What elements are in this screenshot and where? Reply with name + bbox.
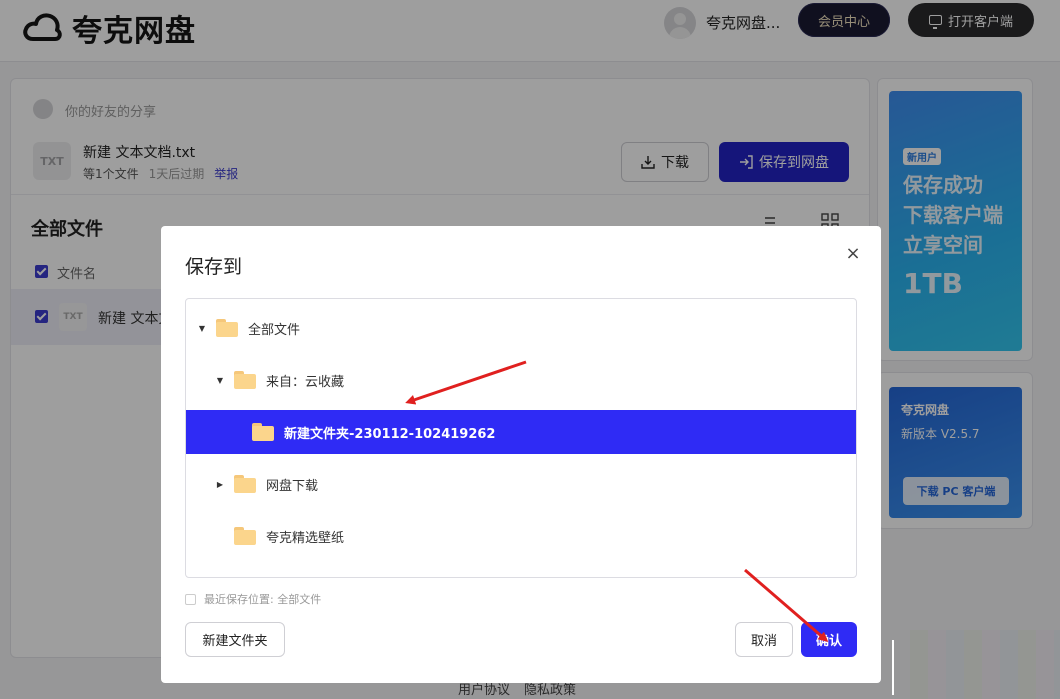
tree-node-label: 新建文件夹-230112-102419262	[284, 426, 496, 442]
cancel-button[interactable]: 取消	[735, 622, 793, 657]
confirm-button[interactable]: 确认	[801, 622, 857, 657]
tree-node-label: 来自：云收藏	[266, 374, 345, 390]
recent-location-label: 最近保存位置: 全部文件	[204, 593, 322, 606]
recent-location: 最近保存位置: 全部文件	[185, 591, 321, 607]
folder-icon	[216, 319, 238, 337]
dialog-title: 保存到	[185, 256, 243, 278]
close-icon[interactable]: ×	[843, 244, 863, 264]
tree-node-wallpapers[interactable]: 夸克精选壁纸	[186, 514, 856, 558]
chevron-right-icon[interactable]: ▶	[212, 480, 228, 489]
tree-node-label: 夸克精选壁纸	[266, 530, 345, 546]
save-to-dialog: 保存到 × ▼ 全部文件 ▼ 来自：云收藏 新建文件夹-230112-10241…	[161, 226, 881, 683]
tree-node-drive-downloads[interactable]: ▶ 网盘下载	[186, 462, 856, 506]
chevron-down-icon[interactable]: ▼	[212, 376, 228, 385]
background-artifact	[892, 640, 894, 695]
folder-icon	[252, 423, 274, 441]
tree-node-all-files[interactable]: ▼ 全部文件	[186, 306, 856, 350]
folder-icon	[234, 527, 256, 545]
tree-node-label: 网盘下载	[266, 478, 319, 494]
new-folder-button[interactable]: 新建文件夹	[185, 622, 285, 657]
tree-node-label: 全部文件	[248, 322, 301, 338]
tree-node-new-folder[interactable]: 新建文件夹-230112-102419262	[186, 410, 856, 454]
folder-icon	[234, 475, 256, 493]
folder-tree: ▼ 全部文件 ▼ 来自：云收藏 新建文件夹-230112-102419262 ▶…	[185, 298, 857, 578]
tree-node-cloud-favorites[interactable]: ▼ 来自：云收藏	[186, 358, 856, 402]
folder-icon	[234, 371, 256, 389]
chevron-down-icon[interactable]: ▼	[194, 324, 210, 333]
recent-location-checkbox[interactable]	[185, 593, 196, 605]
